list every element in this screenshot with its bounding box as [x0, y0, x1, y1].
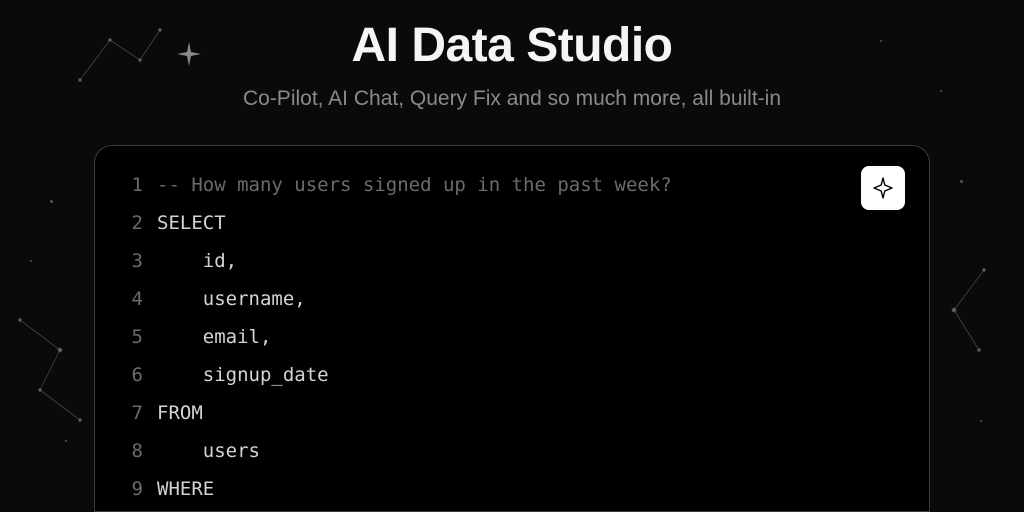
line-number: 8 [115, 432, 143, 470]
code-line[interactable]: 5 email, [115, 318, 909, 356]
constellation-graphic [924, 260, 1004, 380]
code-line[interactable]: 8 users [115, 432, 909, 470]
line-number: 3 [115, 242, 143, 280]
code-line[interactable]: 7 FROM [115, 394, 909, 432]
line-number: 1 [115, 166, 143, 204]
code-text: SELECT [157, 204, 226, 242]
code-text: users [157, 432, 260, 470]
ai-assist-button[interactable] [861, 166, 905, 210]
code-text: email, [157, 318, 271, 356]
page-title: AI Data Studio [0, 18, 1024, 73]
code-text: WHERE [157, 470, 214, 508]
code-text: FROM [157, 394, 203, 432]
code-line[interactable]: 1 -- How many users signed up in the past… [115, 166, 909, 204]
code-line[interactable]: 2 SELECT [115, 204, 909, 242]
line-number: 4 [115, 280, 143, 318]
code-text: signup_date [157, 356, 329, 394]
code-text: id, [157, 242, 237, 280]
constellation-graphic [10, 310, 100, 440]
code-line[interactable]: 3 id, [115, 242, 909, 280]
line-number: 9 [115, 470, 143, 508]
code-area[interactable]: 1 -- How many users signed up in the past… [115, 166, 909, 508]
line-number: 5 [115, 318, 143, 356]
code-text: username, [157, 280, 306, 318]
code-editor[interactable]: 1 -- How many users signed up in the past… [94, 145, 930, 512]
line-number: 2 [115, 204, 143, 242]
code-text: -- How many users signed up in the past … [157, 166, 672, 204]
code-line[interactable]: 6 signup_date [115, 356, 909, 394]
code-line[interactable]: 9 WHERE [115, 470, 909, 508]
line-number: 6 [115, 356, 143, 394]
sparkle-icon [871, 176, 895, 200]
page-subtitle: Co-Pilot, AI Chat, Query Fix and so much… [0, 87, 1024, 111]
code-line[interactable]: 4 username, [115, 280, 909, 318]
line-number: 7 [115, 394, 143, 432]
header: AI Data Studio Co-Pilot, AI Chat, Query … [0, 0, 1024, 111]
